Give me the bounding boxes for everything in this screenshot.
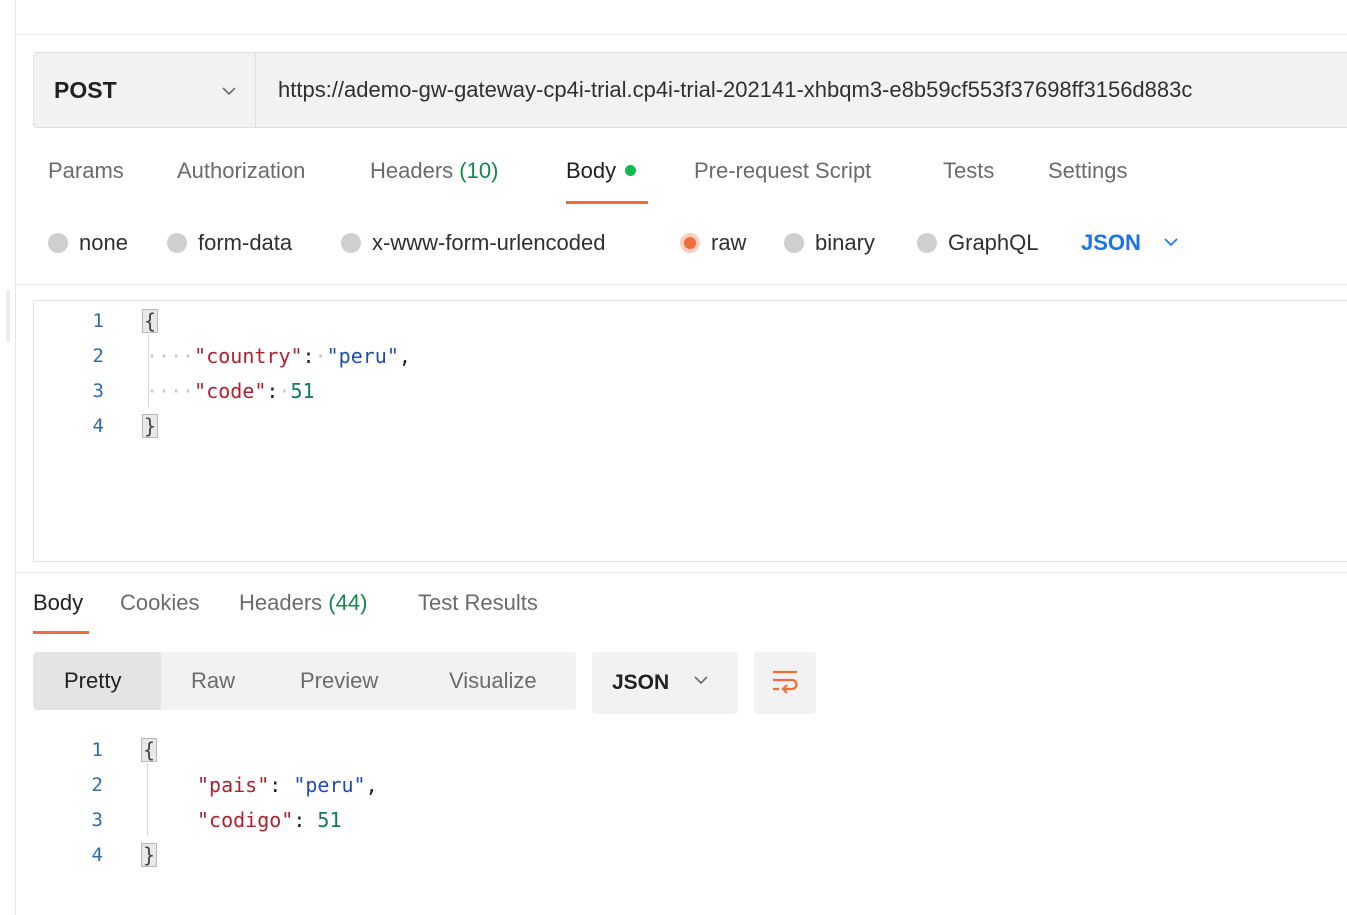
section-divider (15, 284, 1347, 285)
code-line: "codigo": 51 (197, 808, 342, 832)
radio-circle (167, 233, 187, 253)
tab-pre-request-script[interactable]: Pre-request Script (694, 158, 871, 184)
tab-cookies[interactable]: Cookies (120, 590, 199, 616)
active-tab-underline (566, 201, 648, 204)
left-panel-border (15, 0, 16, 915)
code-line: { (142, 304, 159, 338)
response-language-label: JSON (612, 671, 670, 694)
whitespace-marker: ···· (146, 344, 195, 368)
code-line: } (141, 838, 158, 872)
active-tab-underline (33, 631, 89, 634)
tab-test-results[interactable]: Test Results (418, 590, 538, 616)
radio-circle (784, 233, 804, 253)
tab-headers[interactable]: Headers (10) (370, 158, 498, 184)
section-divider (15, 572, 1347, 573)
url-input[interactable]: https://ademo-gw-gateway-cp4i-trial.cp4i… (256, 77, 1192, 103)
view-preview[interactable]: Preview (300, 652, 378, 710)
code-line: ····"country":·"peru", (146, 344, 411, 368)
json-key: "code" (194, 379, 267, 403)
json-string: "peru" (293, 773, 366, 797)
tab-headers-count: (44) (328, 590, 368, 615)
json-number: 51 (290, 379, 315, 403)
line-number: 2 (91, 774, 103, 796)
json-string: "peru" (326, 344, 399, 368)
radio-label: GraphQL (948, 230, 1039, 255)
json-key: "country" (194, 344, 303, 368)
radio-none[interactable]: none (48, 230, 128, 256)
radio-graphql[interactable]: GraphQL (917, 230, 1039, 256)
whitespace-marker: ···· (146, 379, 195, 403)
radio-raw[interactable]: raw (680, 230, 746, 256)
radio-label: binary (815, 230, 875, 255)
tab-authorization[interactable]: Authorization (177, 158, 305, 184)
resize-handle[interactable] (6, 290, 10, 342)
json-key: "pais" (197, 773, 270, 797)
indent-guide (147, 764, 148, 836)
chevron-down-icon (693, 672, 709, 690)
tab-settings[interactable]: Settings (1048, 158, 1128, 184)
code-line: "pais": "peru", (197, 773, 378, 797)
radio-circle (48, 233, 68, 253)
code-line: } (142, 409, 159, 443)
view-pretty[interactable]: Pretty (33, 652, 161, 710)
word-wrap-button[interactable] (754, 652, 816, 714)
radio-label: raw (711, 230, 747, 255)
bracket-match-highlight: } (141, 843, 158, 867)
method-select[interactable]: POST (34, 53, 256, 127)
radio-circle (341, 233, 361, 253)
method-label: POST (54, 76, 117, 103)
request-body-editor[interactable]: 1 2 3 4 { ····"country":·"peru", ····"co… (33, 300, 1347, 562)
body-language-select[interactable]: JSON (1081, 230, 1179, 256)
tab-tests[interactable]: Tests (943, 158, 994, 184)
response-language-select[interactable]: JSON (592, 652, 738, 714)
line-number: 1 (91, 739, 103, 761)
radio-circle-checked (680, 233, 700, 253)
radio-label: none (79, 230, 128, 255)
word-wrap-icon (770, 668, 800, 699)
chevron-down-icon (221, 83, 237, 101)
chevron-down-icon (1163, 227, 1179, 253)
tab-body-label: Body (566, 158, 617, 183)
radio-x-www-form-urlencoded[interactable]: x-www-form-urlencoded (341, 230, 606, 256)
bracket-match-highlight: } (142, 414, 159, 438)
radio-label: x-www-form-urlencoded (372, 230, 606, 255)
tab-body[interactable]: Body (566, 158, 637, 184)
code-line: { (141, 733, 158, 767)
line-number: 4 (92, 415, 104, 437)
line-number: 3 (92, 380, 104, 402)
tab-response-body[interactable]: Body (33, 590, 83, 616)
line-number: 1 (92, 310, 104, 332)
tab-headers-label: Headers (239, 590, 323, 615)
body-status-dot (625, 164, 637, 176)
request-url-bar: POST https://ademo-gw-gateway-cp4i-trial… (33, 52, 1347, 128)
body-language-label: JSON (1081, 230, 1141, 255)
top-divider (15, 34, 1347, 35)
response-body-viewer[interactable]: 1 2 3 4 { "pais": "peru", "codigo": 51 } (33, 730, 1333, 890)
tab-headers-count: (10) (459, 158, 499, 183)
radio-form-data[interactable]: form-data (167, 230, 292, 256)
code-line: ····"code":·51 (146, 379, 315, 403)
bracket-match-highlight: { (142, 309, 159, 333)
view-raw[interactable]: Raw (191, 652, 235, 710)
json-number: 51 (317, 808, 342, 832)
radio-circle (917, 233, 937, 253)
line-number: 2 (92, 345, 104, 367)
tab-headers-label: Headers (370, 158, 454, 183)
json-key: "codigo" (197, 808, 294, 832)
tab-params[interactable]: Params (48, 158, 124, 184)
radio-label: form-data (198, 230, 293, 255)
line-number: 3 (91, 809, 103, 831)
bracket-match-highlight: { (141, 738, 158, 762)
tab-response-headers[interactable]: Headers (44) (239, 590, 367, 616)
radio-binary[interactable]: binary (784, 230, 875, 256)
line-number: 4 (91, 844, 103, 866)
view-visualize[interactable]: Visualize (449, 652, 537, 710)
